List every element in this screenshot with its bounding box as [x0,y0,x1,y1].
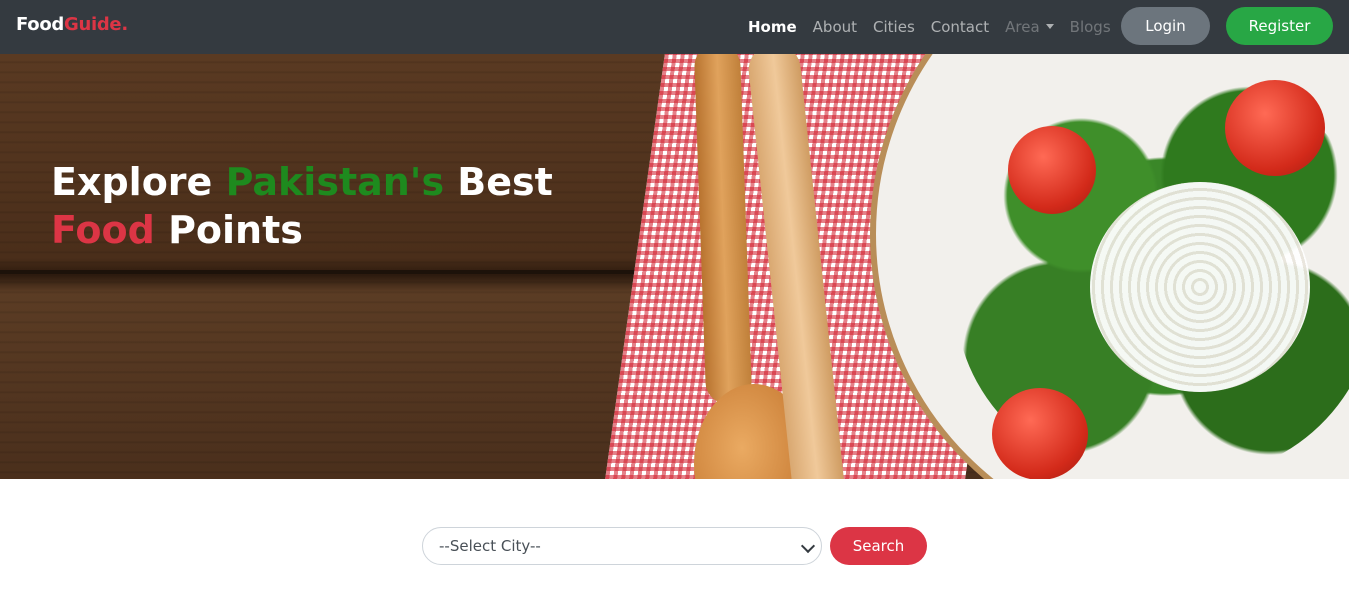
nav-item-home[interactable]: Home [748,18,797,36]
city-select[interactable]: --Select City-- [422,527,822,565]
hero-tomato [992,388,1088,479]
nav-links: Home About Cities Contact Area Blogs [748,0,1127,54]
nav-item-contact[interactable]: Contact [931,18,989,36]
login-button[interactable]: Login [1121,7,1210,45]
brand-logo-part-food: Food [16,14,64,35]
hero-word-points: Points [168,208,303,252]
hero-word-best: Best [457,160,553,204]
hero-tomato [1225,80,1325,176]
nav-item-cities[interactable]: Cities [873,18,915,36]
hero-tomato [1008,126,1096,214]
hero-banner: Explore Pakistan's Best Food Points [0,54,1349,479]
hero-word-explore: Explore [51,160,213,204]
nav-item-about[interactable]: About [813,18,857,36]
hero-word-pakistans: Pakistan's [225,160,445,204]
caret-down-icon [1045,24,1054,29]
brand-logo-part-guide: Guide. [63,14,128,35]
nav-item-area-dropdown[interactable]: Area [1005,18,1054,36]
brand-logo[interactable]: FoodGuide. [16,14,128,35]
nav-item-blogs[interactable]: Blogs [1070,18,1111,36]
hero-title: Explore Pakistan's Best Food Points [51,158,553,254]
search-button[interactable]: Search [830,527,927,565]
navbar: FoodGuide. Home About Cities Contact Are… [0,0,1349,54]
hero-cheese [1090,182,1310,392]
nav-item-area-label: Area [1005,18,1040,36]
register-button[interactable]: Register [1226,7,1333,45]
hero-word-food: Food [51,208,155,252]
